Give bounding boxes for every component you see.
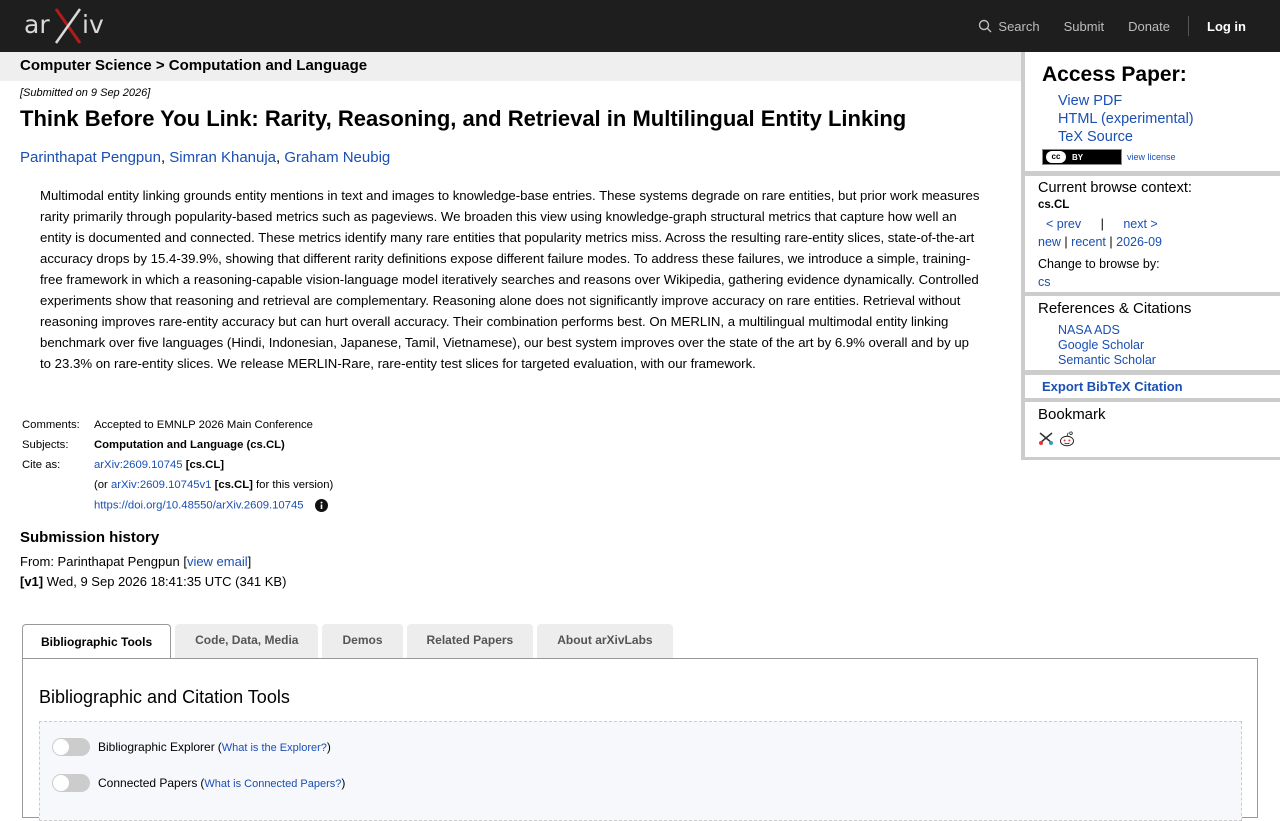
subjects-label: Subjects: [22, 439, 69, 451]
tool-row: Bibliographic Explorer (What is the Expl… [52, 738, 331, 756]
tab-code-data-media[interactable]: Code, Data, Media [175, 624, 319, 658]
abstract: Multimodal entity linking grounds entity… [40, 188, 980, 371]
login-link[interactable]: Log in [1207, 19, 1246, 34]
cc-icon: cc [1046, 151, 1066, 163]
version-line: [v1] Wed, 9 Sep 2026 18:41:35 UTC (341 K… [20, 574, 286, 589]
breadcrumb: Computer Science > Computation and Langu… [0, 52, 1021, 81]
bibliographic-explorer-toggle[interactable] [52, 738, 90, 756]
tool-help-link[interactable]: What is Connected Papers? [204, 778, 341, 790]
bookmark-icons [1038, 430, 1076, 448]
author-link[interactable]: Graham Neubig [284, 149, 390, 166]
sidebar: Access Paper: View PDF HTML (experimenta… [1021, 52, 1280, 460]
view-email-link[interactable]: view email [187, 554, 248, 569]
comments-label: Comments: [22, 419, 80, 431]
author-list: Parinthapat Pengpun, Simran Khanuja, Gra… [20, 149, 391, 166]
html-link[interactable]: HTML (experimental) [1058, 111, 1194, 127]
references-heading: References & Citations [1038, 300, 1192, 317]
cite-category: [cs.CL] [185, 459, 224, 471]
browse-context-category: cs.CL [1038, 199, 1070, 211]
bookmark-heading: Bookmark [1038, 406, 1106, 423]
change-browse-label: Change to browse by: [1038, 257, 1160, 271]
references-box: References & Citations NASA ADS Google S… [1025, 296, 1280, 370]
semantic-scholar-link[interactable]: Semantic Scholar [1058, 353, 1156, 367]
tool-row: Connected Papers (What is Connected Pape… [52, 774, 345, 792]
metadata-table: Comments: Accepted to EMNLP 2026 Main Co… [20, 418, 335, 518]
cc-by-license-badge[interactable]: cc BY [1042, 149, 1122, 165]
labs-tabs: Bibliographic Tools Code, Data, Media De… [22, 624, 677, 660]
view-license-link[interactable]: view license [1127, 152, 1176, 162]
tool-help-link[interactable]: What is the Explorer? [222, 742, 327, 754]
bibsonomy-icon[interactable] [1038, 430, 1054, 446]
paper-title: Think Before You Link: Rarity, Reasoning… [20, 106, 907, 131]
browse-context-heading: Current browse context: [1038, 180, 1192, 196]
prev-next-nav: < prev | next > [1046, 217, 1158, 231]
tab-panel-heading: Bibliographic and Citation Tools [39, 687, 290, 707]
view-pdf-link[interactable]: View PDF [1058, 93, 1122, 109]
access-paper-heading: Access Paper: [1042, 63, 1187, 86]
search-link[interactable]: Search [978, 18, 1040, 34]
submission-date: [Submitted on 9 Sep 2026] [20, 87, 151, 99]
submit-link[interactable]: Submit [1064, 19, 1104, 34]
submission-history-heading: Submission history [20, 529, 160, 546]
doi-link[interactable]: https://doi.org/10.48550/arXiv.2609.1074… [94, 499, 304, 511]
submitter-line: From: Parinthapat Pengpun [view email] [20, 554, 252, 569]
recent-link[interactable]: recent [1071, 235, 1106, 249]
subjects-value: Computation and Language (cs.CL) [94, 439, 285, 451]
search-icon [979, 19, 992, 33]
svg-text:iv: iv [82, 10, 104, 39]
tab-demos[interactable]: Demos [322, 624, 403, 658]
donate-link[interactable]: Donate [1128, 19, 1170, 34]
month-link[interactable]: 2026-09 [1116, 235, 1162, 249]
top-bar: ar iv Search Submit Donate Log in [0, 0, 1280, 52]
version-label: [v1] [20, 574, 44, 589]
tab-related-papers[interactable]: Related Papers [406, 624, 534, 658]
info-icon[interactable] [314, 499, 328, 512]
google-scholar-link[interactable]: Google Scholar [1058, 338, 1144, 352]
author-link[interactable]: Simran Khanuja [169, 149, 276, 166]
author-link[interactable]: Parinthapat Pengpun [20, 149, 161, 166]
version-date: Wed, 9 Sep 2026 18:41:35 UTC (341 KB) [46, 574, 287, 589]
bookmark-box: Bookmark [1025, 402, 1280, 457]
tools-box: Bibliographic Explorer (What is the Expl… [39, 721, 1242, 821]
tool-label: Connected Papers [98, 776, 198, 790]
cite-value: arXiv:2609.10745 [cs.CL] [88, 458, 335, 478]
tex-source-link[interactable]: TeX Source [1058, 129, 1133, 145]
listing-nav: new | recent | 2026-09 [1038, 235, 1162, 249]
arxiv-logo[interactable]: ar iv [22, 6, 114, 46]
browse-context-box: Current browse context: cs.CL < prev | n… [1025, 176, 1280, 292]
tab-bibliographic-tools[interactable]: Bibliographic Tools [22, 624, 172, 660]
browse-cs-link[interactable]: cs [1038, 275, 1051, 289]
search-label: Search [998, 18, 1040, 34]
tab-about-arxivlabs[interactable]: About arXivLabs [537, 624, 673, 658]
tab-panel: Bibliographic and Citation Tools Bibliog… [22, 658, 1258, 821]
access-paper-box: Access Paper: View PDF HTML (experimenta… [1025, 52, 1280, 171]
export-bibtex-link[interactable]: Export BibTeX Citation [1042, 379, 1183, 394]
connected-papers-toggle[interactable] [52, 774, 90, 792]
comments-value: Accepted to EMNLP 2026 Main Conference [94, 419, 313, 431]
cite-v1-link[interactable]: arXiv:2609.10745v1 [111, 479, 212, 491]
cite-link[interactable]: arXiv:2609.10745 [94, 459, 183, 471]
prev-link[interactable]: < prev [1046, 217, 1081, 231]
new-link[interactable]: new [1038, 235, 1061, 249]
bibtex-box: Export BibTeX Citation [1025, 375, 1280, 398]
nasa-ads-link[interactable]: NASA ADS [1058, 323, 1120, 337]
cite-label: Cite as: [22, 459, 61, 471]
svg-text:ar: ar [24, 10, 50, 39]
cite-version: (or arXiv:2609.10745v1 [cs.CL] for this … [94, 479, 334, 491]
next-link[interactable]: next > [1123, 217, 1157, 231]
tool-label: Bibliographic Explorer [98, 740, 215, 754]
nav-divider [1188, 16, 1189, 36]
reddit-icon[interactable] [1058, 430, 1076, 448]
